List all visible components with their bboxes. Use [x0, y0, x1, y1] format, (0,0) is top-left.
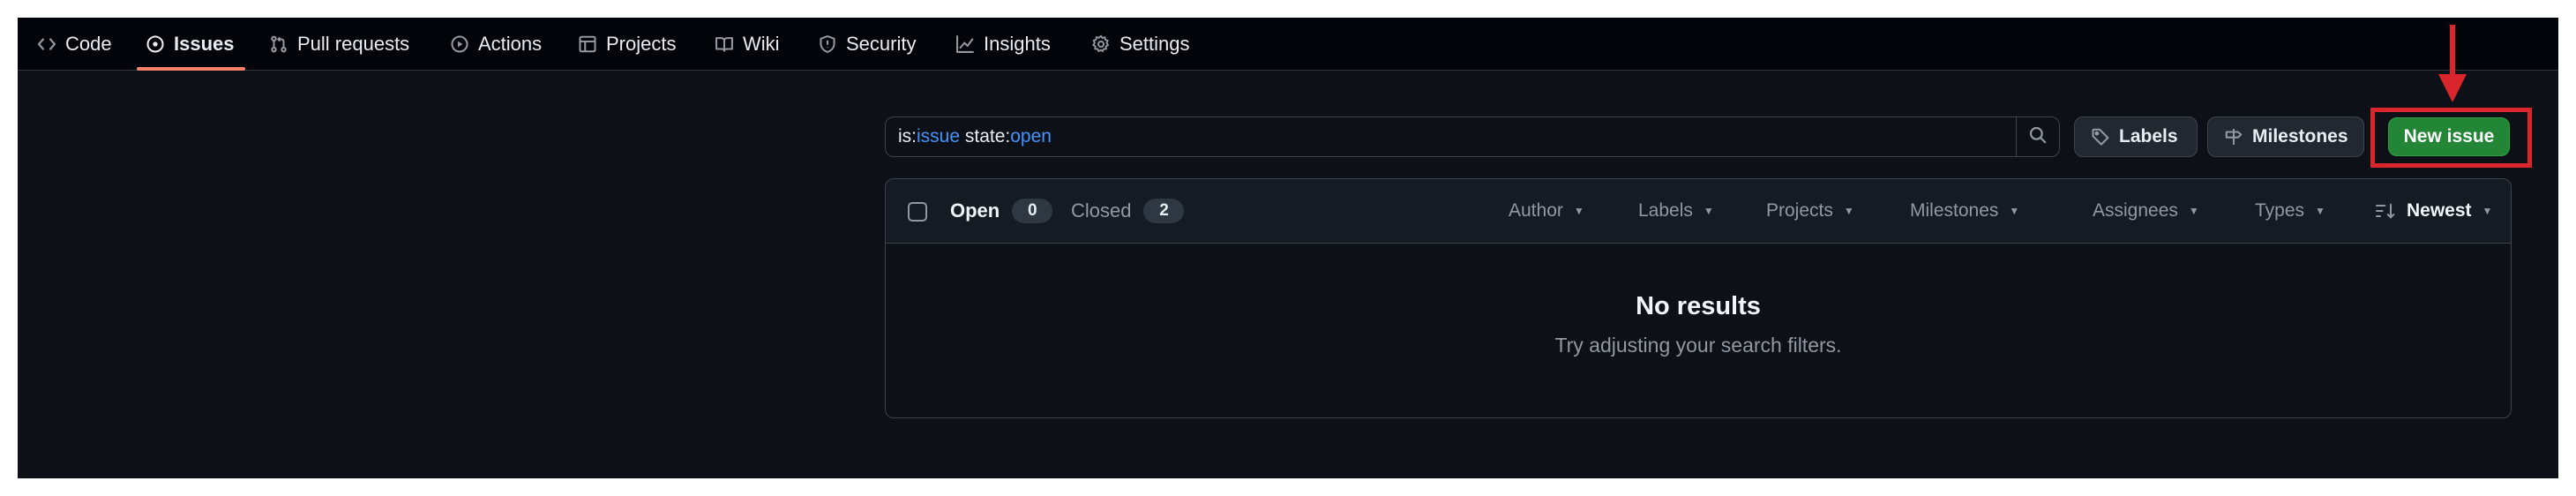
gear-icon [1091, 34, 1111, 54]
nav-issues[interactable]: Issues [137, 18, 244, 71]
issue-opened-icon [146, 34, 165, 54]
filter-labels[interactable]: Labels ▼ [1638, 179, 1714, 243]
issue-search-input[interactable]: is:issue state:open [885, 116, 2060, 157]
chevron-down-icon: ▼ [2315, 205, 2325, 217]
nav-insights[interactable]: Insights [955, 18, 1051, 71]
query-qualifier: state: [960, 126, 1011, 147]
chevron-down-icon: ▼ [2482, 205, 2493, 217]
filter-types-label: Types [2255, 200, 2305, 221]
search-query[interactable]: is:issue state:open [886, 126, 1052, 147]
filter-author[interactable]: Author ▼ [1509, 179, 1584, 243]
sort-label: Newest [2407, 200, 2472, 221]
tab-closed-label: Closed [1071, 199, 1132, 222]
open-count-badge: 0 [1012, 199, 1053, 223]
code-icon [37, 34, 56, 54]
chevron-down-icon: ▼ [2188, 205, 2199, 217]
book-icon [715, 34, 734, 54]
chevron-down-icon: ▼ [1703, 205, 1714, 217]
milestones-button[interactable]: Milestones [2207, 116, 2364, 157]
nav-settings-label: Settings [1120, 33, 1190, 55]
tab-closed[interactable]: Closed 2 [1071, 179, 1185, 243]
nav-pull-requests-label: Pull requests [297, 33, 410, 55]
app-window: Code Issues Pull requests Actions Projec… [18, 18, 2558, 478]
graph-icon [955, 34, 975, 54]
empty-state-subtitle: Try adjusting your search filters. [1554, 334, 1842, 357]
sort-icon [2375, 201, 2396, 221]
chevron-down-icon: ▼ [1573, 205, 1584, 217]
select-all-checkbox[interactable] [908, 202, 927, 222]
nav-security[interactable]: Security [818, 18, 916, 71]
nav-wiki-label: Wiki [743, 33, 780, 55]
nav-issues-label: Issues [174, 33, 235, 55]
labels-button[interactable]: Labels [2074, 116, 2198, 157]
filter-labels-label: Labels [1638, 200, 1693, 221]
query-token: issue [917, 126, 961, 147]
nav-settings[interactable]: Settings [1091, 18, 1190, 71]
annotation-highlight-box [2370, 108, 2532, 168]
empty-state-title: No results [1636, 292, 1761, 320]
closed-count-badge: 2 [1143, 199, 1185, 223]
nav-wiki[interactable]: Wiki [715, 18, 780, 71]
nav-pull-requests[interactable]: Pull requests [269, 18, 409, 71]
filter-assignees[interactable]: Assignees ▼ [2093, 179, 2199, 243]
query-token: open [1010, 126, 1052, 147]
nav-insights-label: Insights [984, 33, 1051, 55]
nav-actions[interactable]: Actions [450, 18, 542, 71]
tab-open[interactable]: Open 0 [950, 179, 1053, 243]
chevron-down-icon: ▼ [1843, 205, 1854, 217]
table-icon [578, 34, 597, 54]
search-icon [2028, 125, 2048, 149]
issues-list-header: Open 0 Closed 2 Author ▼ Labels ▼ Projec… [886, 179, 2511, 244]
milestone-icon [2224, 127, 2243, 147]
tab-open-label: Open [950, 199, 1000, 222]
nav-projects[interactable]: Projects [578, 18, 676, 71]
filter-projects[interactable]: Projects ▼ [1766, 179, 1854, 243]
nav-code-label: Code [65, 33, 112, 55]
issues-list: Open 0 Closed 2 Author ▼ Labels ▼ Projec… [885, 178, 2512, 418]
sort-dropdown[interactable]: Newest ▼ [2375, 179, 2492, 243]
filter-milestones-label: Milestones [1910, 200, 1999, 221]
filter-milestones[interactable]: Milestones ▼ [1910, 179, 2019, 243]
filter-author-label: Author [1509, 200, 1563, 221]
play-icon [450, 34, 469, 54]
filter-assignees-label: Assignees [2093, 200, 2178, 221]
shield-icon [818, 34, 837, 54]
filter-projects-label: Projects [1766, 200, 1833, 221]
nav-code[interactable]: Code [37, 18, 112, 71]
search-button[interactable] [2016, 117, 2059, 156]
git-pull-request-icon [269, 34, 288, 54]
repo-nav: Code Issues Pull requests Actions Projec… [18, 18, 2558, 71]
annotation-arrow-icon [2438, 25, 2467, 102]
milestones-button-label: Milestones [2252, 126, 2348, 147]
tag-icon [2091, 127, 2110, 147]
nav-security-label: Security [846, 33, 917, 55]
labels-button-label: Labels [2119, 126, 2178, 147]
query-qualifier: is: [898, 126, 917, 147]
nav-actions-label: Actions [478, 33, 543, 55]
chevron-down-icon: ▼ [2009, 205, 2020, 217]
filter-types[interactable]: Types ▼ [2255, 179, 2325, 243]
nav-projects-label: Projects [606, 33, 677, 55]
